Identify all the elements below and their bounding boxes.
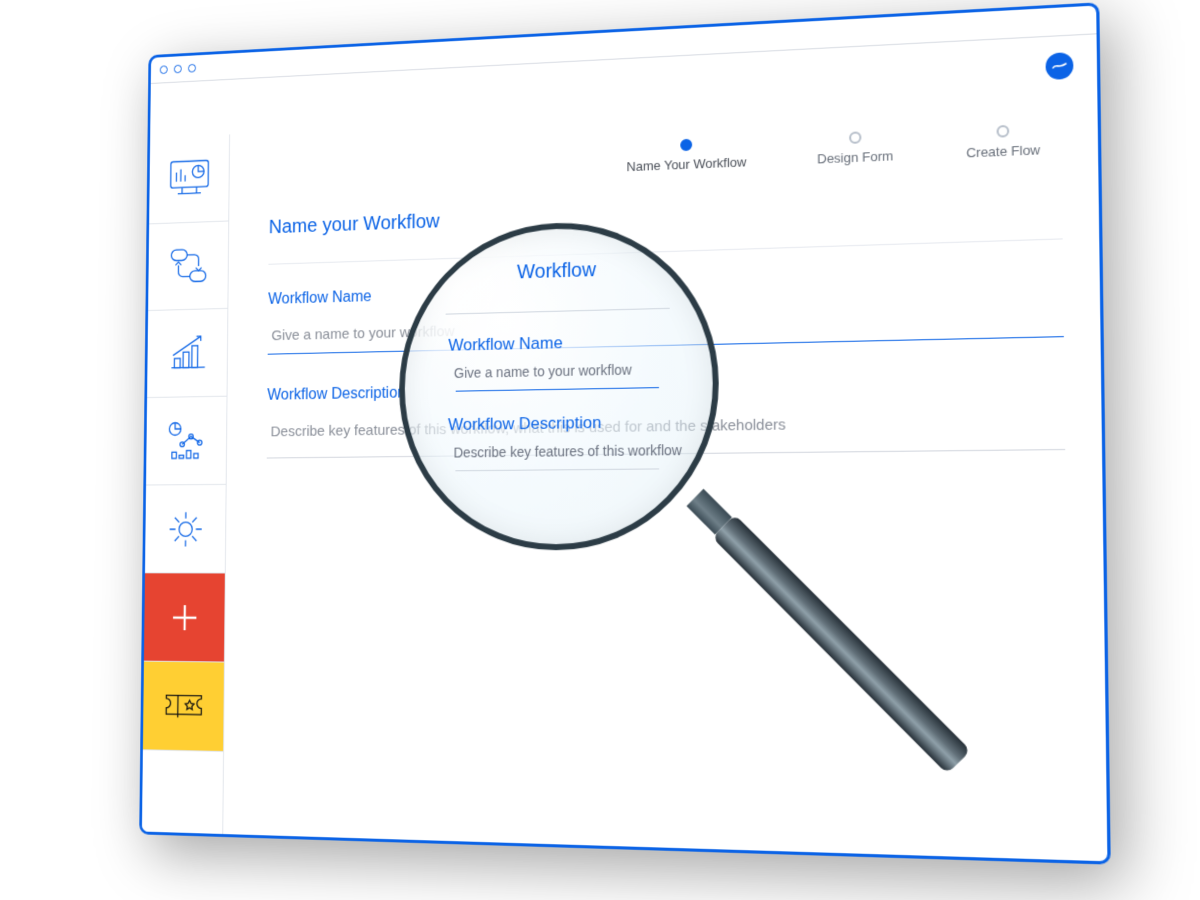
divider [268, 238, 1062, 264]
brand-badge-icon [1045, 52, 1073, 80]
growth-chart-icon [164, 328, 211, 378]
window-dot-icon [160, 65, 168, 74]
field-workflow-description: Workflow Description [267, 373, 1065, 459]
app-window: Name Your Workflow Design Form Create Fl… [139, 2, 1111, 864]
workflow-description-input[interactable] [267, 404, 1065, 459]
sidebar-item-settings[interactable] [145, 485, 226, 574]
step-dot-icon [680, 139, 692, 151]
sidebar-item-ticket[interactable] [143, 662, 224, 752]
step-design-form[interactable]: Design Form [817, 130, 893, 167]
sidebar-item-add[interactable] [144, 573, 225, 662]
step-label: Name Your Workflow [627, 154, 747, 174]
step-create-flow[interactable]: Create Flow [966, 124, 1040, 161]
window-dot-icon [188, 64, 196, 73]
field-workflow-name: Workflow Name [268, 268, 1064, 354]
flow-icon [165, 241, 212, 292]
step-name-workflow[interactable]: Name Your Workflow [627, 136, 747, 174]
sidebar-item-dashboard[interactable] [149, 134, 229, 224]
ticket-icon [160, 681, 207, 732]
analytics-icon [163, 416, 210, 466]
sidebar-item-workflows[interactable] [148, 221, 228, 311]
plus-icon [161, 592, 208, 642]
sidebar-item-reports[interactable] [147, 309, 227, 398]
window-dot-icon [174, 65, 182, 74]
monitor-icon [166, 154, 213, 205]
step-label: Create Flow [966, 142, 1040, 160]
step-label: Design Form [817, 148, 893, 166]
gear-icon [162, 504, 209, 554]
step-dot-icon [849, 131, 861, 144]
sidebar-item-analytics[interactable] [146, 397, 227, 486]
workflow-name-input[interactable] [268, 300, 1064, 355]
wizard-stepper: Name Your Workflow Design Form Create Fl… [269, 123, 1062, 189]
step-dot-icon [996, 125, 1009, 138]
page-title: Name your Workflow [269, 188, 1063, 239]
field-label: Workflow Description [267, 373, 1064, 405]
main-content: Name Your Workflow Design Form Create Fl… [223, 94, 1107, 861]
sidebar [142, 134, 230, 834]
